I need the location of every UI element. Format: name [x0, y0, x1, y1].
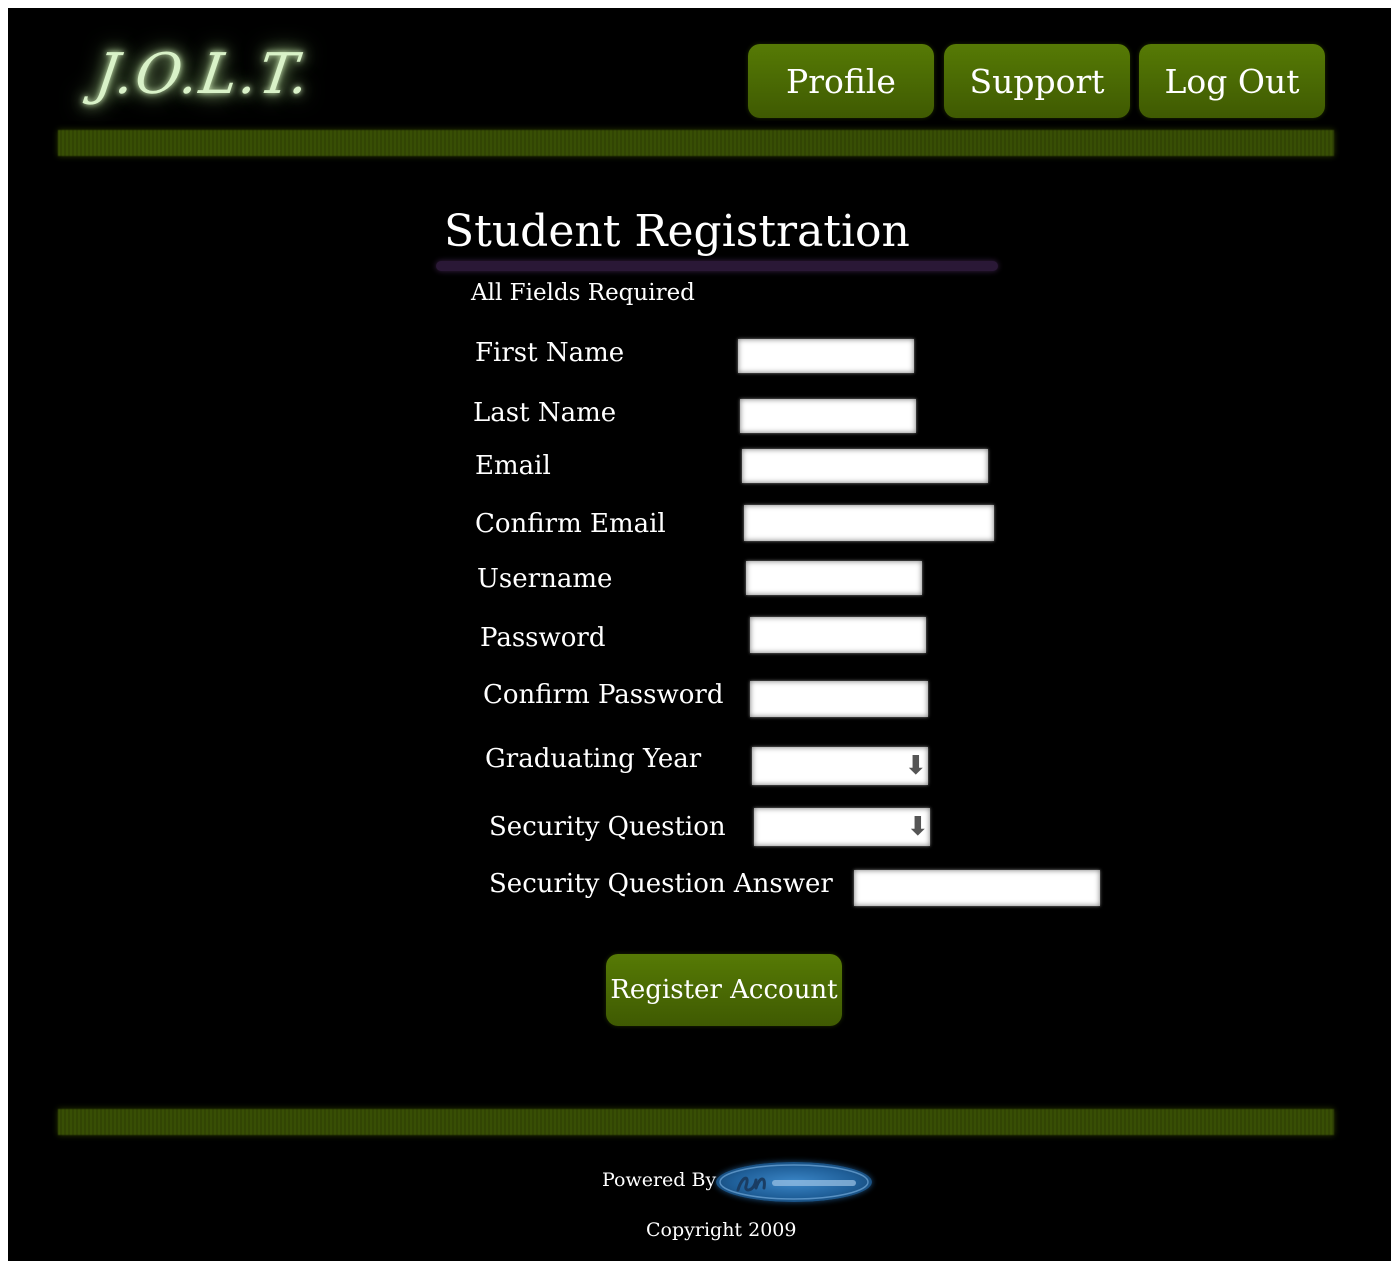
nav-logout-label: Log Out: [1164, 61, 1300, 101]
register-account-button[interactable]: Register Account: [606, 954, 842, 1026]
last-name-label: Last Name: [473, 398, 617, 428]
page-title: Student Registration: [444, 206, 910, 257]
password-field[interactable]: [750, 617, 926, 653]
nav-profile-label: Profile: [786, 61, 896, 101]
confirm-email-label: Confirm Email: [475, 509, 666, 539]
powered-by-text: Powered By: [602, 1169, 717, 1191]
brand-logo-icon: [716, 1162, 872, 1202]
last-name-field[interactable]: [740, 399, 916, 433]
username-label: Username: [477, 564, 613, 594]
nav-logout-button[interactable]: Log Out: [1139, 44, 1325, 118]
confirm-password-label: Confirm Password: [483, 680, 724, 710]
email-field[interactable]: [742, 449, 988, 483]
username-field[interactable]: [746, 561, 922, 595]
confirm-password-field[interactable]: [750, 681, 928, 717]
register-account-label: Register Account: [610, 975, 838, 1005]
graduating-year-select[interactable]: ⬇: [752, 747, 928, 785]
confirm-email-field[interactable]: [744, 505, 994, 541]
security-answer-field[interactable]: [854, 870, 1100, 906]
security-question-select[interactable]: ⬇: [754, 808, 930, 846]
app-logo[interactable]: J.O.L.T.: [91, 42, 314, 107]
form-subtitle: All Fields Required: [471, 280, 695, 306]
header-divider-bar: [58, 130, 1334, 156]
copyright-text: Copyright 2009: [646, 1219, 797, 1241]
page-frame: J.O.L.T. Profile Support Log Out Student…: [8, 8, 1391, 1261]
first-name-label: First Name: [475, 338, 625, 368]
nav-support-label: Support: [969, 61, 1105, 101]
first-name-field[interactable]: [738, 339, 914, 373]
footer-divider-bar: [58, 1109, 1334, 1135]
nav-profile-button[interactable]: Profile: [748, 44, 934, 118]
graduating-year-label: Graduating Year: [485, 744, 702, 774]
password-label: Password: [480, 623, 606, 653]
nav-support-button[interactable]: Support: [944, 44, 1130, 118]
title-underline: [436, 261, 998, 271]
security-answer-label: Security Question Answer: [489, 869, 833, 899]
arrow-down-icon: ⬇: [907, 812, 929, 842]
brand-logo-graphic: [719, 1164, 869, 1200]
email-label: Email: [475, 451, 551, 481]
security-question-label: Security Question: [489, 812, 726, 842]
arrow-down-icon: ⬇: [905, 751, 927, 781]
